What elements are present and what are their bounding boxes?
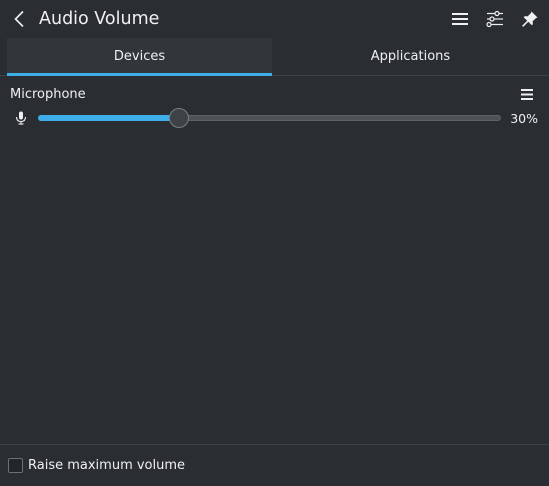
device-menu-button[interactable] [517, 85, 537, 103]
tab-devices-label: Devices [113, 49, 166, 64]
back-button[interactable] [9, 8, 29, 30]
pin-icon [522, 11, 538, 27]
tab-bar: Devices Applications [0, 38, 549, 76]
raise-max-volume-checkbox[interactable] [8, 458, 23, 473]
chevron-left-icon [14, 10, 24, 28]
configure-button[interactable] [484, 8, 506, 30]
active-tab-indicator [7, 73, 272, 76]
volume-percent-label: 30% [510, 111, 538, 126]
footer: Raise maximum volume [0, 444, 549, 486]
volume-slider-fill [38, 115, 179, 121]
plasmoid-header: Audio Volume [0, 0, 549, 38]
sliders-icon [486, 10, 503, 28]
microphone-icon [15, 111, 27, 125]
volume-slider[interactable] [38, 108, 501, 128]
device-name: Microphone [10, 87, 86, 102]
raise-max-volume-label[interactable]: Raise maximum volume [28, 457, 185, 474]
menu-button[interactable] [449, 8, 471, 30]
mute-button[interactable] [13, 110, 29, 126]
page-title: Audio Volume [39, 9, 160, 29]
hamburger-menu-icon [452, 13, 468, 25]
volume-slider-handle[interactable] [168, 108, 189, 128]
hamburger-menu-icon [521, 88, 533, 100]
tab-devices[interactable]: Devices [7, 38, 272, 75]
tab-applications-label: Applications [370, 49, 451, 64]
pin-button[interactable] [519, 8, 541, 30]
tab-applications[interactable]: Applications [272, 38, 549, 75]
